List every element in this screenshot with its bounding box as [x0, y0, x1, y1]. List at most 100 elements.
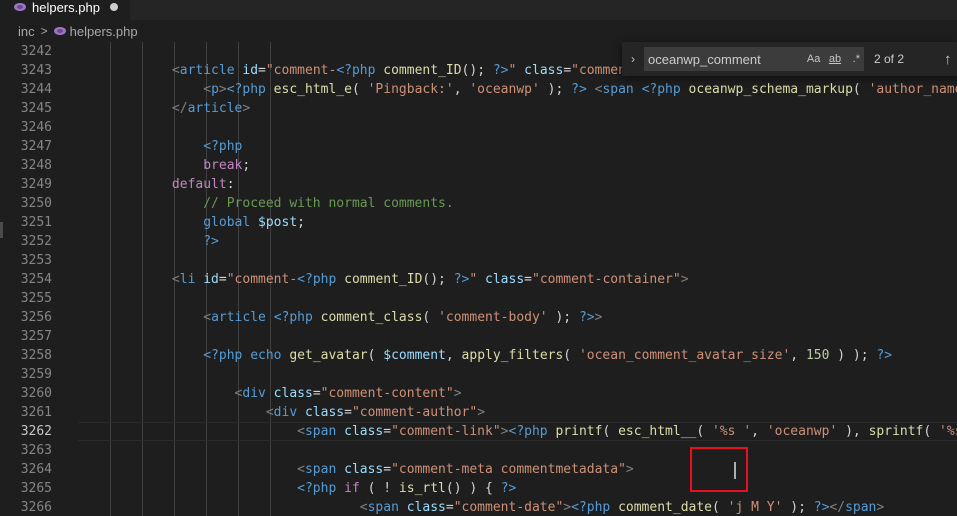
line-number: 3253 [20, 253, 52, 268]
code-token: > [594, 310, 603, 325]
code-token: ?> [453, 272, 470, 287]
code-token: , [751, 424, 767, 439]
code-token: ( [602, 424, 619, 439]
breadcrumb-folder[interactable]: inc [18, 24, 35, 39]
code-token: span [304, 462, 337, 477]
line-code: </article> [78, 99, 250, 118]
code-token: "comment-date" [453, 500, 564, 515]
code-line[interactable]: 3249 default: [0, 175, 957, 194]
code-line[interactable]: 3256 <article <?php comment_class( 'comm… [0, 308, 957, 327]
code-token: '%s ' [712, 424, 752, 439]
code-token: ( [712, 500, 728, 515]
line-code: // Proceed with normal comments. [78, 194, 453, 213]
code-token: ( [696, 424, 713, 439]
code-line[interactable]: 3254 <li id="comment-<?php comment_ID();… [0, 270, 957, 289]
code-token: < [297, 424, 305, 439]
code-token: < [171, 272, 180, 287]
code-token: > [477, 405, 486, 420]
code-token: ?> [578, 310, 595, 325]
code-line[interactable]: 3251 global $post; [0, 213, 957, 232]
line-number: 3258 [20, 348, 52, 363]
code-token: > [218, 82, 227, 97]
code-token: ( [351, 82, 368, 97]
line-number: 3265 [20, 481, 52, 496]
code-token: comment_date [610, 500, 712, 515]
code-token: "comment-meta commentmetadata" [391, 462, 626, 477]
code-token: sprintf [868, 424, 924, 439]
code-token: ( [852, 82, 869, 97]
line-number: 3245 [20, 101, 52, 116]
code-token: comment_ID [336, 272, 423, 287]
line-number: 3246 [20, 120, 52, 135]
line-code: <article id="comment-<?php comment_ID();… [78, 61, 634, 80]
line-number: 3266 [20, 500, 52, 515]
line-code: <span class="comment-meta commentmetadat… [78, 460, 634, 479]
code-token: = [312, 386, 321, 401]
code-token: <?php [508, 424, 548, 439]
line-code: <article <?php comment_class( 'comment-b… [78, 308, 602, 327]
code-token: ?> [203, 234, 219, 249]
toggle-replace-chevron-icon[interactable]: › [626, 42, 640, 76]
code-line[interactable]: 3264 <span class="comment-meta commentme… [0, 460, 957, 479]
php-file-icon [53, 27, 66, 35]
breadcrumb-file[interactable]: helpers.php [70, 24, 138, 39]
code-line[interactable]: 3246 [0, 118, 957, 137]
tab-label: helpers.php [32, 0, 100, 15]
code-token: ; [242, 158, 251, 173]
code-token: class [477, 272, 525, 287]
line-code: <?php echo get_avatar( $comment, apply_f… [78, 346, 892, 365]
code-line[interactable]: 3252 ?> [0, 232, 957, 251]
previous-match-arrow-icon[interactable]: ↑ [944, 51, 952, 68]
find-input[interactable] [644, 50, 800, 68]
code-line[interactable]: 3255 [0, 289, 957, 308]
tab-helpers-php[interactable]: helpers.php [0, 0, 130, 20]
find-result-count: 2 of 2 [874, 52, 905, 66]
code-token: echo [242, 348, 282, 363]
code-line[interactable]: 3253 [0, 251, 957, 270]
code-line[interactable]: 3244 <p><?php esc_html_e( 'Pingback:', '… [0, 80, 957, 99]
code-editor[interactable]: 3242 3243 <article id="comment-<?php comm… [0, 42, 957, 516]
line-code: <p><?php esc_html_e( 'Pingback:', 'ocean… [78, 80, 957, 99]
line-code: <div class="comment-author"> [78, 403, 485, 422]
line-number: 3254 [20, 272, 52, 287]
code-line[interactable]: 3259 [0, 365, 957, 384]
code-line[interactable]: 3265 <?php if ( ! is_rtl() ) { ?> [0, 479, 957, 498]
code-token: > [242, 101, 251, 116]
code-line[interactable]: 3262 <span class="comment-link"><?php pr… [0, 422, 957, 441]
code-token: <?php [203, 139, 243, 154]
code-line[interactable]: 3247 <?php [0, 137, 957, 156]
code-line[interactable]: 3263 [0, 441, 957, 460]
code-line[interactable]: 3250 // Proceed with normal comments. [0, 194, 957, 213]
code-token: < [171, 63, 180, 78]
code-line[interactable]: 3260 <div class="comment-content"> [0, 384, 957, 403]
code-line[interactable]: 3248 break; [0, 156, 957, 175]
line-code: <div class="comment-content"> [78, 384, 462, 403]
whole-word-toggle[interactable]: ab [827, 53, 842, 65]
regex-toggle[interactable]: .* [849, 53, 864, 65]
line-code: ?> [78, 232, 219, 251]
code-token: ?> [492, 63, 509, 78]
code-line[interactable]: 3245 </article> [0, 99, 957, 118]
line-number: 3261 [20, 405, 52, 420]
code-token: class [265, 386, 313, 401]
code-token: class [398, 500, 446, 515]
code-token: "comment-link" [391, 424, 501, 439]
code-line[interactable]: 3261 <div class="comment-author"> [0, 403, 957, 422]
code-line[interactable]: 3257 [0, 327, 957, 346]
code-token: ), [837, 424, 869, 439]
breadcrumb-separator-icon: > [40, 24, 48, 38]
code-line[interactable]: 3266 <span class="comment-date"><?php co… [0, 498, 957, 516]
unsaved-dot-icon[interactable] [109, 3, 118, 11]
code-token: comment_class [312, 310, 423, 325]
code-token: article [187, 101, 243, 116]
code-token: 'oceanwp' [469, 82, 540, 97]
match-case-toggle[interactable]: Aa [806, 53, 821, 65]
code-token: 'Pingback:' [367, 82, 454, 97]
code-token: "comment- [226, 272, 298, 287]
code-line[interactable]: 3258 <?php echo get_avatar( $comment, ap… [0, 346, 957, 365]
